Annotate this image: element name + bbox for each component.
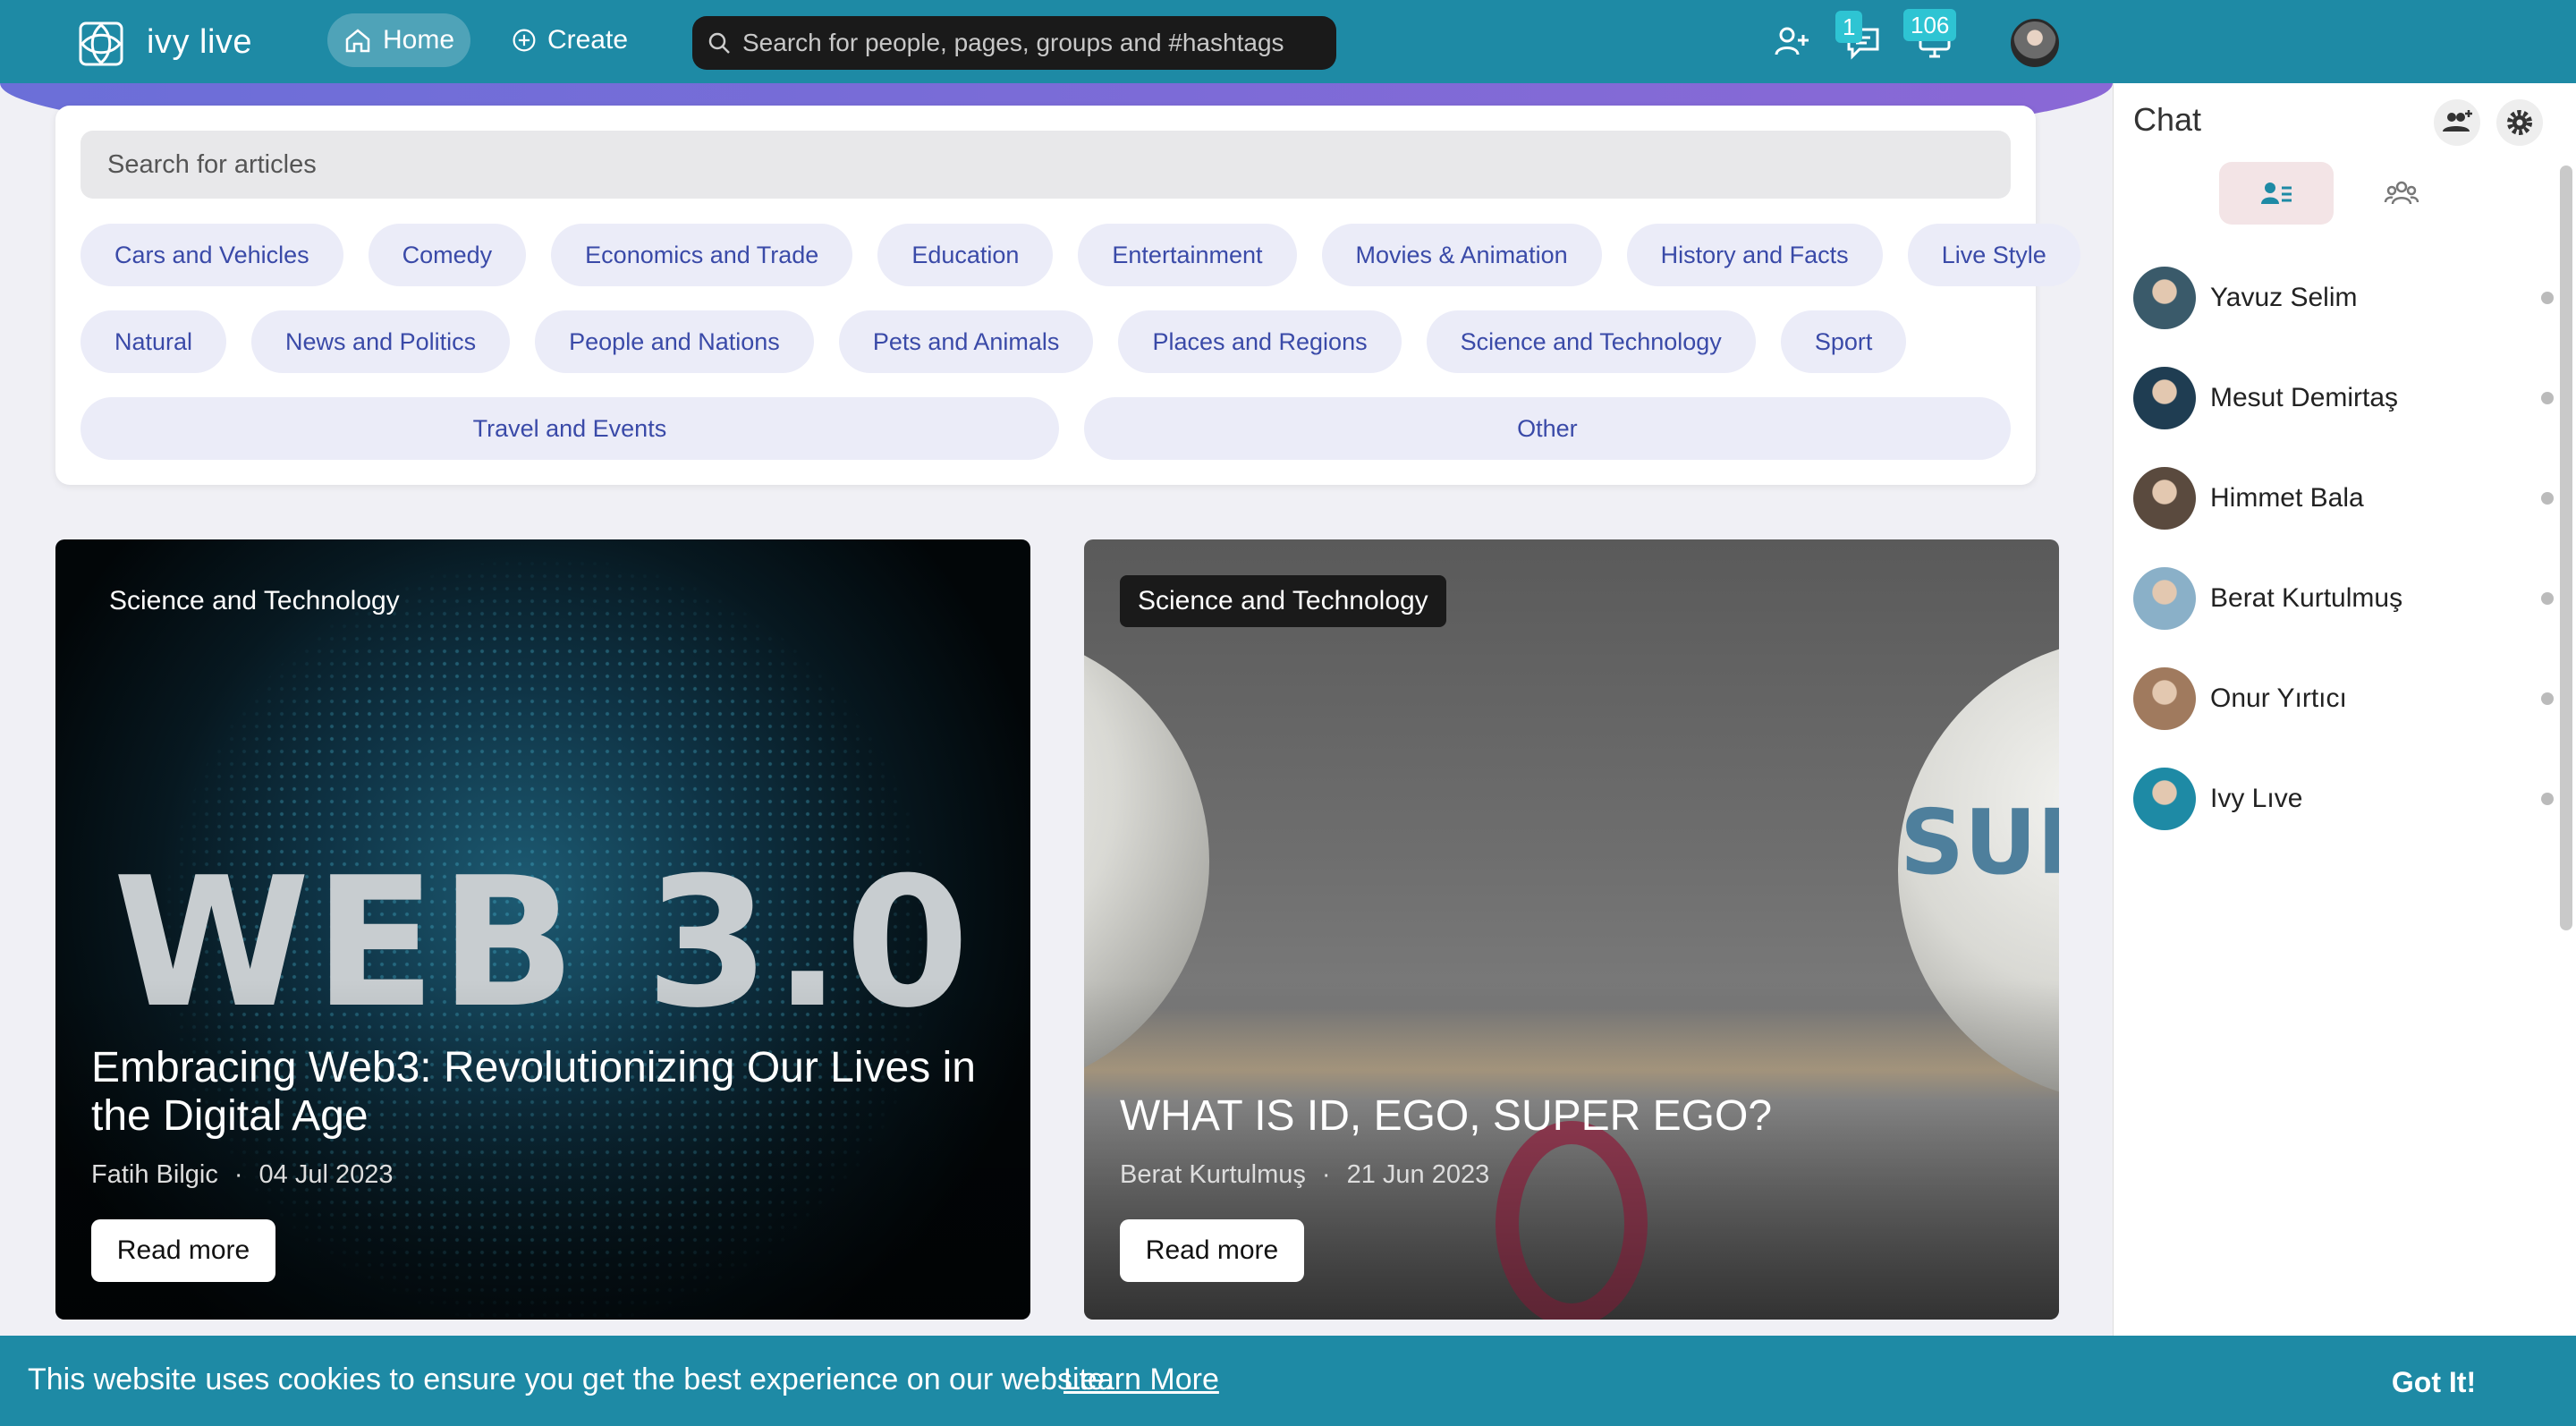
category-chip[interactable]: Cars and Vehicles: [80, 224, 343, 286]
card-image-text: SUP: [1900, 790, 2059, 895]
card-date: 04 Jul 2023: [258, 1160, 394, 1189]
category-chip[interactable]: Science and Technology: [1426, 310, 1756, 373]
category-chip[interactable]: Natural: [80, 310, 227, 373]
card-meta: Fatih Bilgic · 04 Jul 2023: [91, 1160, 393, 1190]
global-search-box[interactable]: [692, 16, 1336, 70]
home-nav-button[interactable]: Home: [327, 13, 470, 67]
tab-contacts[interactable]: [2219, 162, 2334, 225]
cookie-banner: This website uses cookies to ensure you …: [0, 1336, 2576, 1426]
card-title[interactable]: WHAT IS ID, EGO, SUPER EGO?: [1120, 1092, 2023, 1141]
chat-contact[interactable]: Onur Yırtıcı: [2133, 666, 2554, 731]
contact-name: Onur Yırtıcı: [2210, 683, 2347, 713]
articles-filter-panel: Cars and Vehicles Comedy Economics and Tra…: [55, 106, 2080, 485]
gear-icon: [2507, 110, 2532, 135]
plus-circle-icon: [513, 29, 536, 52]
category-chip[interactable]: Other: [1083, 397, 2011, 460]
card-title[interactable]: Embracing Web3: Revolutionizing Our Live…: [91, 1044, 995, 1141]
category-chip[interactable]: Movies & Animation: [1321, 224, 1602, 286]
category-chip[interactable]: Places and Regions: [1118, 310, 1402, 373]
contact-avatar: [2133, 768, 2196, 830]
add-user-icon: [1775, 27, 1809, 55]
offline-status-dot: [2541, 492, 2554, 505]
chat-settings-button[interactable]: [2496, 99, 2543, 146]
group-icon: [2384, 181, 2419, 205]
create-nav-label: Create: [547, 25, 628, 55]
article-card[interactable]: WEB 3.0 Science and Technology Embracing…: [55, 539, 1030, 1320]
accept-cookies-button[interactable]: Got It!: [2313, 1355, 2555, 1409]
category-chip[interactable]: Economics and Trade: [551, 224, 853, 286]
card-meta: Berat Kurtulmuş · 21 Jun 2023: [1120, 1160, 1489, 1190]
create-nav-button[interactable]: Create: [512, 13, 628, 67]
learn-more-link[interactable]: Learn More: [1063, 1362, 1219, 1397]
home-nav-label: Home: [382, 25, 455, 55]
add-group-icon: [2443, 110, 2472, 132]
offline-status-dot: [2541, 592, 2554, 605]
brand-name[interactable]: ivy live: [147, 23, 252, 62]
chat-contact[interactable]: Ivy Lıve: [2133, 767, 2554, 831]
chat-contact[interactable]: Mesut Demirtaş: [2133, 366, 2554, 430]
chat-contact[interactable]: Himmet Bala: [2133, 466, 2554, 531]
home-icon: [345, 29, 370, 53]
meta-separator: ·: [1321, 1160, 1331, 1189]
category-row-1: Cars and Vehicles Comedy Economics and Tra…: [80, 224, 2080, 286]
contact-avatar: [2133, 467, 2196, 530]
category-chip[interactable]: Pets and Animals: [838, 310, 1094, 373]
read-more-button[interactable]: Read more: [1120, 1219, 1304, 1282]
top-navigation-bar: ivy live Home Create 1 106: [0, 0, 2576, 83]
card-category-tag[interactable]: Science and Technology: [1120, 575, 1446, 627]
contact-name: Berat Kurtulmuş: [2210, 583, 2403, 613]
contact-name: Ivy Lıve: [2210, 784, 2303, 813]
offline-status-dot: [2541, 392, 2554, 404]
category-chip[interactable]: People and Nations: [535, 310, 814, 373]
category-row-2: Natural News and Politics People and Natio…: [80, 310, 1907, 373]
offline-status-dot: [2541, 793, 2554, 805]
add-group-button[interactable]: [2434, 99, 2480, 146]
meta-separator: ·: [233, 1160, 243, 1189]
category-chip[interactable]: Live Style: [1907, 224, 2080, 286]
category-chip[interactable]: Education: [877, 224, 1054, 286]
card-category-tag[interactable]: Science and Technology: [91, 575, 418, 627]
category-chip[interactable]: Travel and Events: [80, 397, 1059, 460]
card-date: 21 Jun 2023: [1346, 1160, 1490, 1189]
category-chip[interactable]: Comedy: [368, 224, 527, 286]
friend-requests-button[interactable]: [1769, 20, 1814, 64]
contact-name: Himmet Bala: [2210, 483, 2364, 513]
global-search-input[interactable]: [742, 29, 1315, 57]
chat-contact[interactable]: Yavuz Selim: [2133, 266, 2554, 330]
chat-title: Chat: [2133, 101, 2202, 138]
user-avatar[interactable]: [2011, 19, 2059, 67]
category-chip[interactable]: Entertainment: [1078, 224, 1297, 286]
contact-list-icon: [2261, 182, 2292, 204]
category-chip[interactable]: History and Facts: [1626, 224, 1883, 286]
contact-avatar: [2133, 567, 2196, 630]
ivy-logo-icon[interactable]: [77, 20, 125, 68]
card-author[interactable]: Berat Kurtulmuş: [1120, 1160, 1306, 1190]
notifications-count-badge: 106: [1903, 9, 1957, 41]
chat-contact[interactable]: Berat Kurtulmuş: [2133, 566, 2554, 631]
messages-count-badge: 1: [1835, 11, 1863, 43]
category-chip[interactable]: News and Politics: [251, 310, 511, 373]
article-card[interactable]: SUP Science and Technology WHAT IS ID, E…: [1084, 539, 2059, 1320]
offline-status-dot: [2541, 692, 2554, 705]
chat-sidebar: Chat Yavuz Selim Mesut Demirtaş Himmet Bal…: [2113, 83, 2576, 1426]
card-author[interactable]: Fatih Bilgic: [91, 1160, 218, 1190]
contact-name: Yavuz Selim: [2210, 283, 2358, 312]
search-icon: [708, 32, 730, 54]
offline-status-dot: [2541, 292, 2554, 304]
contact-name: Mesut Demirtaş: [2210, 383, 2399, 412]
cookie-message: This website uses cookies to ensure you …: [28, 1362, 1114, 1396]
contact-avatar: [2133, 267, 2196, 329]
category-chip[interactable]: Sport: [1780, 310, 1907, 373]
tab-groups[interactable]: [2344, 162, 2459, 225]
category-row-3: Travel and Events Other: [80, 397, 2011, 460]
contact-avatar: [2133, 367, 2196, 429]
chat-scrollbar[interactable]: [2560, 166, 2572, 930]
article-search-input[interactable]: [80, 131, 2011, 199]
read-more-button[interactable]: Read more: [91, 1219, 275, 1282]
contact-avatar: [2133, 667, 2196, 730]
